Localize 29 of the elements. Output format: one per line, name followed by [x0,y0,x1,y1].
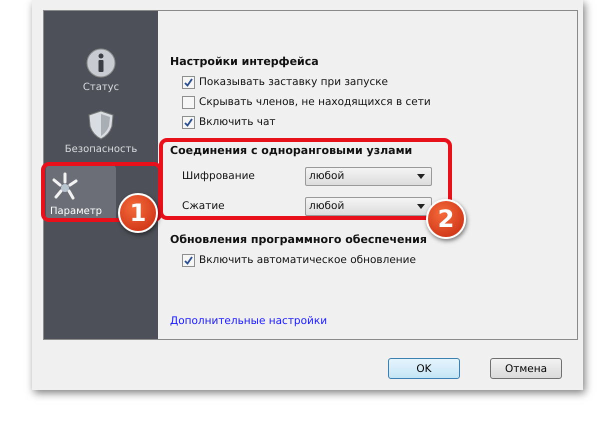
checkbox[interactable] [182,254,195,266]
dropdown[interactable]: любой [305,166,432,186]
checkbox[interactable] [182,116,195,128]
burst-icon [50,172,80,202]
sidebar-label: Безопасность [64,144,138,155]
sidebar-label: Статус [82,82,120,93]
info-icon [86,48,116,78]
advanced-settings-link[interactable]: Дополнительные настройки [170,315,328,327]
checkbox[interactable] [182,96,195,108]
checkbox-label: Скрывать членов, не находящихся в сети [199,96,431,108]
sidebar-label: Параметр [50,206,102,217]
section-heading: Настройки интерфейса [170,55,320,68]
dialog-button[interactable]: Отмена [490,358,562,379]
checkbox[interactable] [182,76,195,88]
section-heading: Соединения с одноранговыми узлами [170,144,414,157]
shield-icon [88,110,114,140]
checkbox-label: Включить автоматическое обновление [199,254,416,266]
field-label: Шифрование [182,170,255,182]
dialog-button[interactable]: OK [388,358,460,379]
sidebar-item[interactable]: Безопасность [46,103,156,159]
field-label: Сжатие [182,200,225,212]
caret-icon [417,204,425,208]
sidebar-item[interactable]: Параметр [46,165,116,221]
section-heading: Обновления программного обеспечения [170,233,428,246]
sidebar-item[interactable]: Статус [46,41,156,97]
caret-icon [417,174,425,178]
checkbox-label: Показывать заставку при запуске [199,76,388,88]
dropdown[interactable]: любой [305,196,432,216]
checkbox-label: Включить чат [199,116,276,128]
